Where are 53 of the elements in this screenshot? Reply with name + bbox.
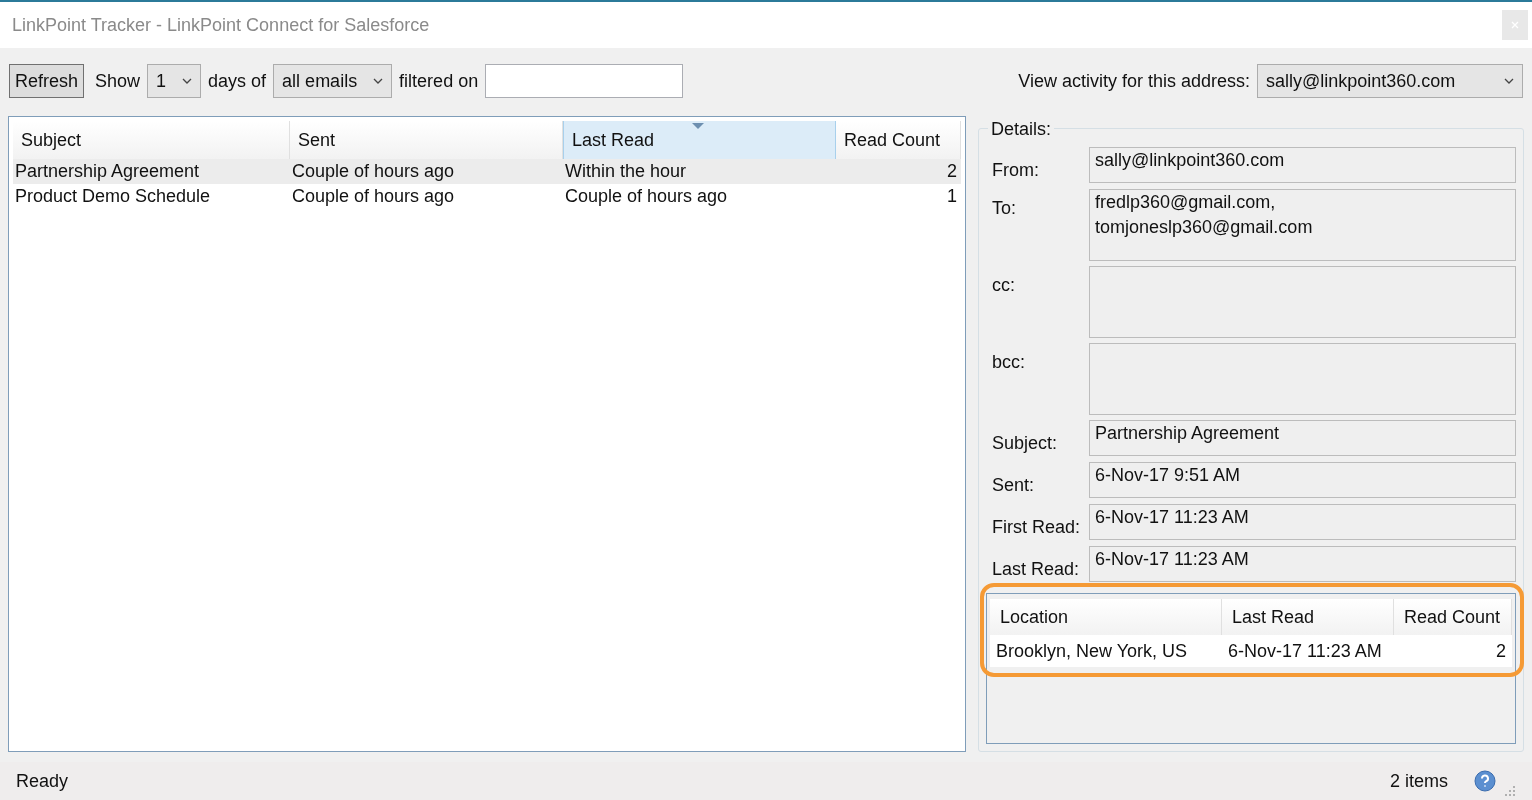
column-header[interactable]: Location	[990, 599, 1222, 635]
table-cell-text: 6-Nov-17 11:23 AM	[1227, 639, 1383, 663]
table-cell-text: Partnership Agreement	[14, 160, 201, 183]
field-text: Partnership Agreement	[1095, 422, 1281, 445]
column-header[interactable]: Read Count	[836, 121, 961, 159]
sort-arrow-icon	[692, 123, 704, 129]
table-cell-text: Brooklyn, New York, US	[995, 639, 1189, 663]
field-text: 6-Nov-17 11:23 AM	[1095, 548, 1250, 571]
field-label: From:	[991, 159, 1040, 182]
table-cell-text: Product Demo Schedule	[14, 185, 212, 208]
field-label: To:	[991, 197, 1017, 220]
table-cell-text: Couple of hours ago	[564, 185, 729, 208]
column-header[interactable]: Last Read	[563, 121, 836, 159]
field-label: bcc:	[991, 351, 1026, 374]
help-icon[interactable]	[1474, 770, 1496, 792]
table-cell-text: Couple of hours ago	[291, 160, 456, 183]
days-dropdown[interactable]: 1	[147, 64, 202, 98]
chevron-down-icon	[373, 78, 384, 84]
table-cell-text: 2	[1495, 639, 1507, 663]
table-cell-text: Couple of hours ago	[291, 185, 456, 208]
status-text: Ready	[16, 769, 69, 793]
address-label: View activity for this address:	[1018, 69, 1250, 93]
chevron-down-icon	[1504, 78, 1514, 84]
item-count: 2 items	[1389, 769, 1448, 793]
field-label: cc:	[991, 274, 1016, 297]
field-label: Last Read:	[991, 558, 1081, 581]
address-dropdown[interactable]: sally@linkpoint360.com	[1257, 64, 1523, 98]
filtered-on-label: filtered on	[399, 69, 479, 93]
table-cell-text: Within the hour	[564, 160, 688, 183]
field-label: Sent:	[991, 474, 1036, 497]
window-title: LinkPoint Tracker - LinkPoint Connect for Salesforce	[12, 13, 430, 37]
email-row[interactable]: Product Demo Schedule Couple of hours ago Couple of hours ago 1	[13, 184, 961, 209]
field-label: First Read:	[991, 516, 1082, 539]
resize-grip-icon	[1504, 785, 1516, 797]
filter-input-field[interactable]	[485, 64, 684, 98]
column-header[interactable]: Last Read	[1222, 599, 1394, 635]
chevron-down-icon	[182, 78, 193, 84]
column-header[interactable]: Subject	[13, 121, 290, 159]
field-text: 6-Nov-17 9:51 AM	[1095, 464, 1242, 487]
email-filter-dropdown[interactable]: all emails	[273, 64, 393, 98]
field-text: 6-Nov-17 11:23 AM	[1095, 506, 1250, 529]
table-cell-text: 2	[946, 160, 958, 183]
column-header[interactable]: Read Count	[1394, 599, 1512, 635]
field-text: sally@linkpoint360.com	[1095, 149, 1286, 172]
field-text: fredlp360@gmail.com,	[1095, 191, 1277, 214]
show-label: Show	[95, 69, 141, 93]
refresh-button[interactable]: Refresh	[9, 64, 85, 98]
field-text: tomjoneslp360@gmail.com	[1095, 216, 1314, 239]
table-cell-text: 1	[946, 185, 958, 208]
field-label: Subject:	[991, 432, 1059, 455]
days-label: days of	[208, 69, 267, 93]
email-row[interactable]: Partnership Agreement Couple of hours ago Within the hour 2	[13, 159, 961, 184]
column-header[interactable]: Sent	[290, 121, 563, 159]
